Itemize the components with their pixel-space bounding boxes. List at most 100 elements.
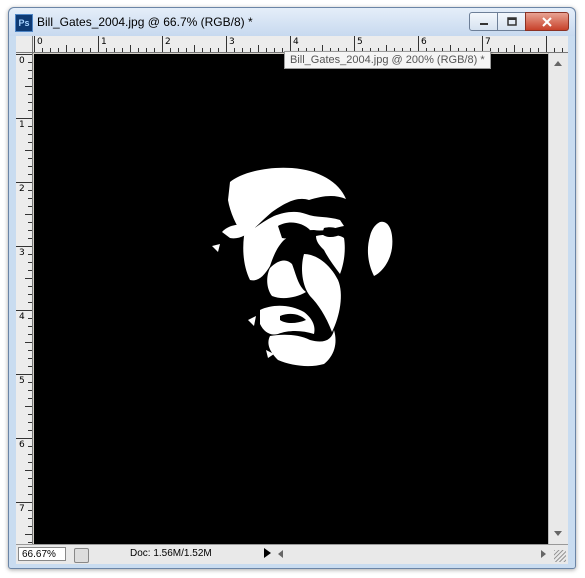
ruler-label: 6 — [19, 440, 25, 450]
ruler-tick — [28, 78, 32, 79]
ruler-tick — [290, 36, 291, 52]
ruler-tick — [28, 326, 32, 327]
ruler-tick — [16, 118, 32, 119]
ruler-label: 2 — [19, 184, 25, 194]
ruler-tick — [186, 48, 187, 52]
ruler-tick — [170, 48, 171, 52]
ruler-tick — [25, 470, 32, 471]
ruler-tick — [28, 158, 32, 159]
ruler-label: 2 — [165, 37, 171, 47]
ruler-tick — [28, 142, 32, 143]
ruler-tick — [514, 45, 515, 52]
ruler-tick — [28, 382, 32, 383]
ruler-tick — [28, 302, 32, 303]
vertical-ruler[interactable]: 0 1 2 3 4 5 6 7 — [16, 53, 33, 544]
ruler-tick — [28, 238, 32, 239]
ruler-tick — [554, 48, 555, 52]
ruler-tick — [194, 45, 195, 52]
ruler-label: 1 — [19, 120, 25, 130]
minimize-icon — [479, 22, 488, 25]
ruler-tick — [258, 45, 259, 52]
resize-grip-icon[interactable] — [554, 550, 566, 562]
ruler-tick — [482, 36, 483, 52]
ruler-tick — [16, 310, 32, 311]
ruler-tick — [16, 438, 32, 439]
ruler-tick — [16, 502, 32, 503]
ruler-tick — [28, 454, 32, 455]
ruler-tick — [28, 222, 32, 223]
ruler-tick — [28, 446, 32, 447]
ruler-tick — [74, 48, 75, 52]
ruler-tick — [522, 48, 523, 52]
ruler-label: 3 — [19, 248, 25, 258]
ruler-tick — [25, 406, 32, 407]
ruler-tick — [28, 430, 32, 431]
status-bar: 66.67% Doc: 1.56M/1.52M — [16, 544, 568, 564]
window-title-tooltip: Bill_Gates_2004.jpg @ 200% (RGB/8) * — [284, 51, 491, 69]
scroll-down-icon[interactable] — [554, 531, 562, 536]
ruler-tick — [146, 48, 147, 52]
scroll-left-icon[interactable] — [278, 550, 283, 558]
doc-size-info: Doc: 1.56M/1.52M — [130, 548, 212, 559]
ruler-tick — [282, 48, 283, 52]
ruler-tick — [210, 48, 211, 52]
ruler-label: 5 — [357, 37, 363, 47]
ruler-label: 0 — [37, 37, 43, 47]
title-bar[interactable]: Ps Bill_Gates_2004.jpg @ 66.7% (RGB/8) * — [9, 8, 575, 36]
ruler-tick — [28, 254, 32, 255]
zoom-field[interactable]: 66.67% — [18, 547, 66, 561]
ruler-tick — [16, 374, 32, 375]
ruler-tick — [25, 150, 32, 151]
ruler-tick — [530, 48, 531, 52]
ruler-tick — [562, 48, 563, 52]
ruler-tick — [28, 494, 32, 495]
ruler-tick — [218, 48, 219, 52]
close-button[interactable] — [525, 12, 569, 31]
ruler-tick — [82, 48, 83, 52]
ruler-label: 7 — [485, 37, 491, 47]
ruler-tick — [28, 262, 32, 263]
scroll-up-icon[interactable] — [554, 61, 562, 66]
ruler-tick — [28, 414, 32, 415]
ruler-tick — [28, 126, 32, 127]
ruler-tick — [25, 86, 32, 87]
ruler-tick — [98, 36, 99, 52]
ruler-tick — [28, 350, 32, 351]
ruler-tick — [58, 48, 59, 52]
image-canvas[interactable] — [34, 54, 548, 544]
ruler-tick — [226, 36, 227, 52]
ruler-tick — [28, 510, 32, 511]
ruler-tick — [28, 542, 32, 543]
ruler-tick — [50, 48, 51, 52]
ruler-tick — [506, 48, 507, 52]
ruler-label: 7 — [19, 504, 25, 514]
ruler-tick — [546, 36, 547, 52]
ruler-label: 0 — [19, 56, 25, 66]
ruler-tick — [28, 270, 32, 271]
ruler-tick — [28, 318, 32, 319]
ruler-tick — [28, 462, 32, 463]
threshold-portrait-image — [212, 167, 393, 367]
ruler-tick — [28, 206, 32, 207]
ruler-tick — [28, 110, 32, 111]
ruler-label: 3 — [229, 37, 235, 47]
status-menu-arrow-icon[interactable] — [264, 548, 271, 558]
ruler-corner[interactable] — [16, 36, 33, 53]
ruler-tick — [25, 278, 32, 279]
ruler-tick — [28, 526, 32, 527]
ruler-tick — [28, 70, 32, 71]
ruler-tick — [234, 48, 235, 52]
ruler-tick — [250, 48, 251, 52]
vertical-scrollbar[interactable] — [548, 53, 568, 544]
ruler-tick — [28, 398, 32, 399]
scroll-right-icon[interactable] — [541, 550, 546, 558]
minimize-button[interactable] — [469, 12, 498, 31]
ruler-tick — [28, 478, 32, 479]
ruler-tick — [28, 102, 32, 103]
ruler-tick — [114, 48, 115, 52]
maximize-button[interactable] — [497, 12, 526, 31]
ruler-tick — [28, 486, 32, 487]
ruler-tick — [66, 45, 67, 52]
status-options-icon[interactable] — [74, 548, 89, 563]
ruler-tick — [354, 36, 355, 52]
